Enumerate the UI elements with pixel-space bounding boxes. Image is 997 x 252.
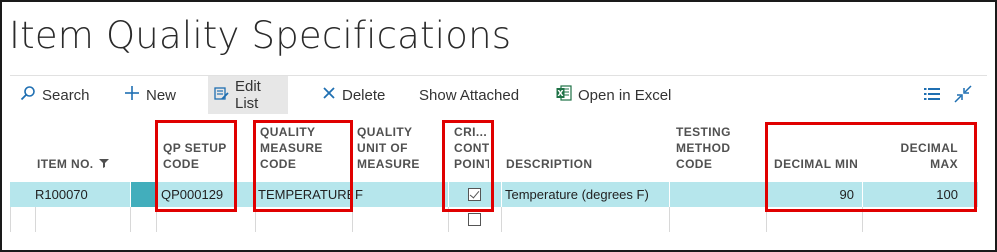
edit-list-icon (214, 86, 235, 105)
new-button[interactable]: New (124, 76, 176, 114)
delete-button[interactable]: Delete (322, 76, 385, 114)
column-divider (669, 207, 670, 232)
search-button[interactable]: Search (20, 76, 90, 114)
plus-icon (124, 85, 146, 105)
column-divider (10, 207, 11, 232)
column-header-description[interactable]: DESCRIPTION (506, 156, 592, 172)
open-in-excel-label: Open in Excel (578, 86, 672, 104)
cell-item-no[interactable]: R100070 (35, 182, 125, 207)
cell-quality-unit-of-measure[interactable]: F (355, 182, 445, 207)
show-attached-label: Show Attached (419, 86, 520, 104)
column-divider (501, 182, 502, 207)
svg-text:X: X (557, 89, 564, 98)
search-label: Search (42, 86, 90, 104)
column-header-line: UNIT OF (357, 141, 408, 155)
column-header-line: DESCRIPTION (506, 157, 593, 171)
column-divider (669, 182, 670, 207)
column-header-line: METHOD (676, 141, 731, 155)
highlight-box-decimal-range (765, 122, 977, 212)
column-header-item-no-label: ITEM NO. (37, 157, 94, 171)
highlight-box-quality-measure-code (253, 120, 353, 212)
column-header-testing-method-code[interactable]: TESTING METHOD CODE (676, 124, 731, 172)
delete-label: Delete (342, 86, 386, 104)
open-in-excel-button[interactable]: X Open in Excel (556, 76, 671, 114)
search-icon (20, 85, 42, 105)
column-header-item-no[interactable]: ITEM NO. (37, 156, 109, 172)
delete-icon (322, 86, 342, 104)
highlight-box-critical-control-point (442, 120, 494, 212)
page-title: Item Quality Specifications (9, 14, 512, 57)
cell-description[interactable]: Temperature (degrees F) (505, 182, 665, 207)
row-selection-indicator[interactable] (131, 182, 155, 207)
show-attached-button[interactable]: Show Attached (419, 76, 519, 114)
list-view-icon[interactable] (924, 87, 940, 106)
column-header-quality-unit-of-measure[interactable]: QUALITY UNIT OF MEASURE (357, 124, 439, 172)
new-label: New (146, 86, 177, 104)
column-header-line: MEASURE (357, 157, 420, 171)
column-divider (501, 207, 502, 232)
edit-list-label: Edit List (235, 78, 261, 112)
collapse-icon[interactable] (954, 85, 972, 108)
column-divider (35, 207, 36, 232)
column-header-line: QUALITY (357, 125, 413, 139)
cell-testing-method-code[interactable] (672, 182, 762, 207)
column-divider (130, 182, 131, 207)
column-header-line: CODE (676, 157, 713, 171)
highlight-box-qp-setup-code (155, 120, 237, 212)
edit-list-button[interactable]: Edit List (208, 76, 288, 114)
critical-control-point-checkbox[interactable] (468, 213, 481, 226)
excel-icon: X (556, 85, 578, 105)
column-header-line: TESTING (676, 125, 731, 139)
filter-icon[interactable] (98, 156, 109, 172)
column-divider (130, 207, 131, 232)
action-bar: Search New Edit List Delete Show Attache… (10, 76, 987, 114)
